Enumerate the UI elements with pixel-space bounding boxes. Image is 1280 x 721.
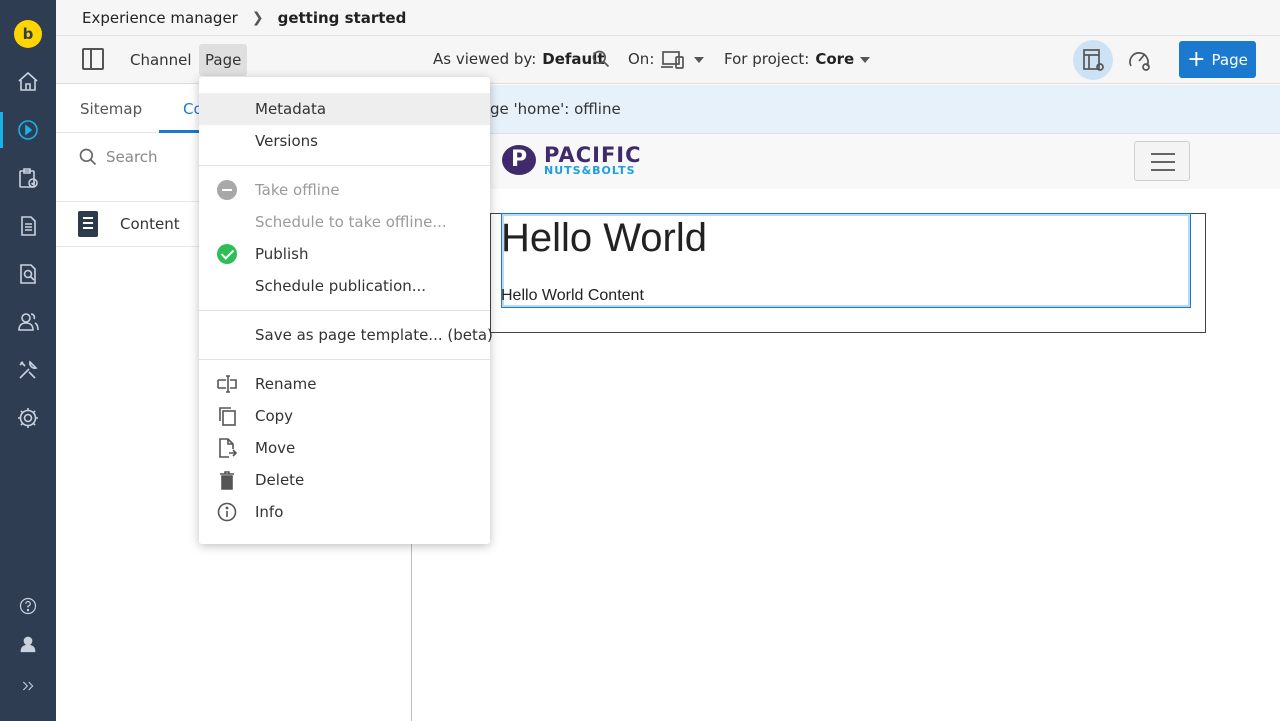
project-label: For project: [724,50,810,68]
menu-item-label: Move [255,439,296,457]
gauge-icon [1129,52,1150,71]
menu-item-schedule-publication[interactable]: Schedule publication... [199,270,490,302]
search-icon [79,148,97,166]
tab-sitemap[interactable]: Sitemap [80,85,142,133]
copy-icon [219,407,236,426]
menu-item-label: Versions [255,132,318,150]
menu-item-versions[interactable]: Versions [199,125,490,157]
menu-item-label: Metadata [255,100,327,118]
channel-menu-button[interactable]: Channel [124,44,198,76]
page-menu-button[interactable]: Page [199,44,248,76]
search-field[interactable]: Search [78,147,158,167]
move-icon [219,438,237,458]
project-chevron-icon [860,56,871,63]
viewed-by-label: As viewed by: [433,50,537,68]
menu-divider [199,165,490,166]
project-selector[interactable]: For project: Core [724,50,871,68]
project-value: Core [815,50,855,68]
menu-item-take-offline[interactable]: Take offline [199,174,490,206]
brand-mark-icon [502,145,536,175]
status-text: ge 'home': offline [490,100,621,118]
breadcrumb-current: getting started [277,8,407,27]
menu-item-label: Publish [255,245,309,263]
on-label: On: [628,50,655,68]
hamburger-menu-icon[interactable] [1134,141,1190,181]
menu-item-move[interactable]: Move [199,432,490,464]
rename-icon [217,375,237,393]
content-heading: Hello World [501,216,707,260]
tools-icon[interactable] [0,348,56,392]
users-icon[interactable] [0,300,56,344]
menu-divider [199,359,490,360]
menu-item-label: Rename [255,375,317,393]
menu-item-label: Schedule to take offline... [255,213,447,231]
menu-item-label: Schedule publication... [255,277,427,295]
menu-item-copy[interactable]: Copy [199,400,490,432]
preview-icon [1083,49,1104,71]
menu-item-delete[interactable]: Delete [199,464,490,496]
device-icon[interactable] [660,49,686,71]
settings-icon[interactable] [0,396,56,440]
page-status-banner: ge 'home': offline [412,85,1280,134]
document-icon [78,211,98,237]
menu-item-metadata[interactable]: Metadata [199,93,490,125]
device-dropdown-chevron-icon[interactable] [694,57,704,63]
add-page-button[interactable]: + Page [1179,41,1256,78]
content-icon[interactable] [0,204,56,248]
breadcrumb-root[interactable]: Experience manager [82,9,238,27]
menu-item-publish[interactable]: Publish [199,238,490,270]
nav-rail: b [0,0,56,721]
menu-item-label: Take offline [255,181,340,199]
menu-item-rename[interactable]: Rename [199,368,490,400]
chevron-right-icon: ❯ [251,9,264,26]
menu-item-label: Copy [255,407,294,425]
plus-icon: + [1187,46,1206,72]
menu-item-save-template[interactable]: Save as page template... (beta) [199,319,493,351]
site-header: PACIFIC NUTS&BOLTS [412,134,1280,189]
search-content-icon[interactable] [0,252,56,296]
search-icon[interactable] [591,49,611,69]
home-icon[interactable] [0,60,56,104]
menu-item-label: Delete [255,471,305,489]
check-circle-icon [217,244,237,264]
page-dropdown-menu: Metadata Versions Take offline Schedule … [199,77,493,544]
app-logo[interactable]: b [14,20,42,48]
trash-icon [220,471,234,490]
page-canvas: PACIFIC NUTS&BOLTS Hello World Hello Wor… [412,134,1280,721]
search-placeholder: Search [106,148,158,166]
experience-manager-icon[interactable] [0,108,56,152]
menu-item-schedule-offline[interactable]: Schedule to take offline... [199,206,490,238]
menu-item-info[interactable]: Info [199,496,490,528]
menu-item-label: Save as page template... (beta) [255,326,493,344]
minus-circle-icon [217,180,237,200]
preview-toggle-button[interactable] [1073,40,1113,80]
user-icon[interactable] [0,622,56,666]
tree-item-label: Content [120,215,180,233]
toggle-sidebar-icon[interactable] [82,48,104,70]
add-page-label: Page [1211,50,1248,69]
breadcrumb: Experience manager ❯ getting started [56,0,1280,36]
menu-item-label: Info [255,503,284,521]
info-icon [217,502,237,522]
experiment-button[interactable] [1119,40,1159,80]
projects-icon[interactable] [0,156,56,200]
brand-line2: NUTS&BOLTS [544,164,636,177]
content-body: Hello World Content [501,287,644,304]
viewed-by-selector[interactable]: As viewed by: Default [433,50,605,68]
brand-logo: PACIFIC NUTS&BOLTS [502,143,642,177]
menu-divider [199,310,490,311]
expand-icon[interactable] [0,664,56,708]
